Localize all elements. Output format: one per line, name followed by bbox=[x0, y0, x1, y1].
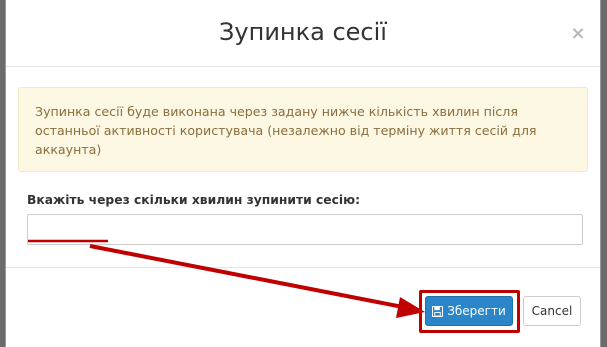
minutes-input[interactable] bbox=[27, 214, 583, 245]
modal-title: Зупинка сесії bbox=[219, 18, 387, 46]
close-icon[interactable]: × bbox=[570, 24, 586, 44]
minutes-field-label: Вкажіть через скільки хвилин зупинити се… bbox=[27, 193, 361, 207]
cancel-button[interactable]: Cancel bbox=[523, 296, 581, 326]
save-button[interactable]: Зберегти bbox=[425, 296, 513, 326]
save-button-label: Зберегти bbox=[447, 304, 506, 318]
floppy-disk-icon bbox=[432, 305, 444, 317]
session-stop-modal: Зупинка сесії × Зупинка сесії буде викон… bbox=[5, 0, 601, 347]
info-alert: Зупинка сесії буде виконана через задану… bbox=[18, 87, 588, 172]
modal-header: Зупинка сесії × bbox=[6, 0, 600, 67]
